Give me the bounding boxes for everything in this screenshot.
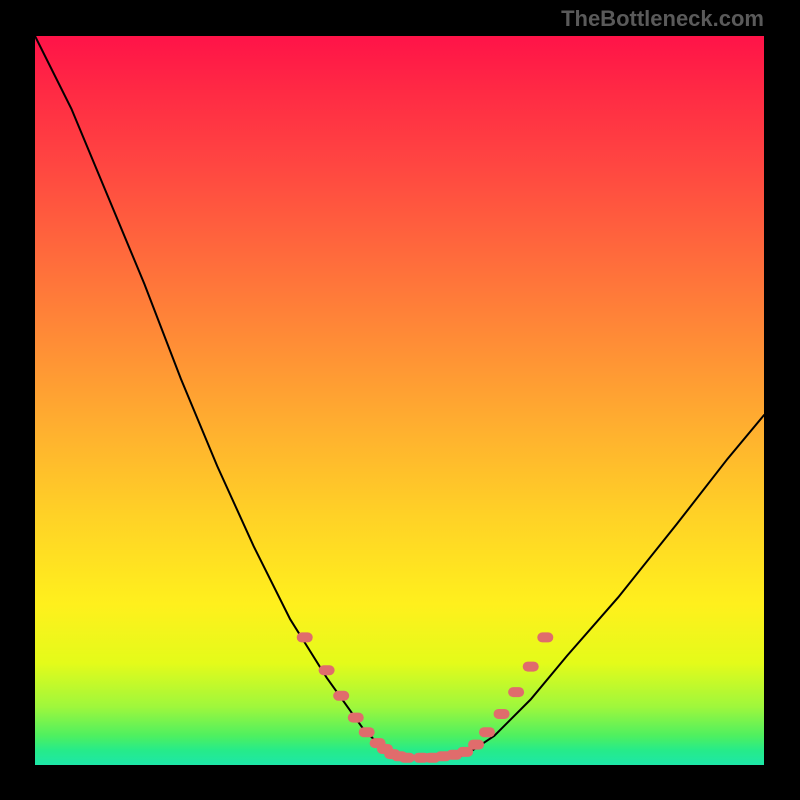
dot-marker (468, 740, 484, 750)
dot-marker (333, 691, 349, 701)
dot-marker (537, 632, 553, 642)
plot-area (35, 36, 764, 765)
dot-marker (359, 727, 375, 737)
dot-marker (479, 727, 495, 737)
bottleneck-curve (35, 36, 764, 758)
dot-marker (348, 713, 364, 723)
dot-marker (297, 632, 313, 642)
dot-marker (399, 753, 415, 763)
dot-marker (508, 687, 524, 697)
attribution-text: TheBottleneck.com (561, 6, 764, 32)
dot-marker (319, 665, 335, 675)
curve-svg (35, 36, 764, 765)
dot-marker (523, 662, 539, 672)
chart-frame: TheBottleneck.com (0, 0, 800, 800)
dot-marker (494, 709, 510, 719)
dots-group (297, 632, 554, 762)
